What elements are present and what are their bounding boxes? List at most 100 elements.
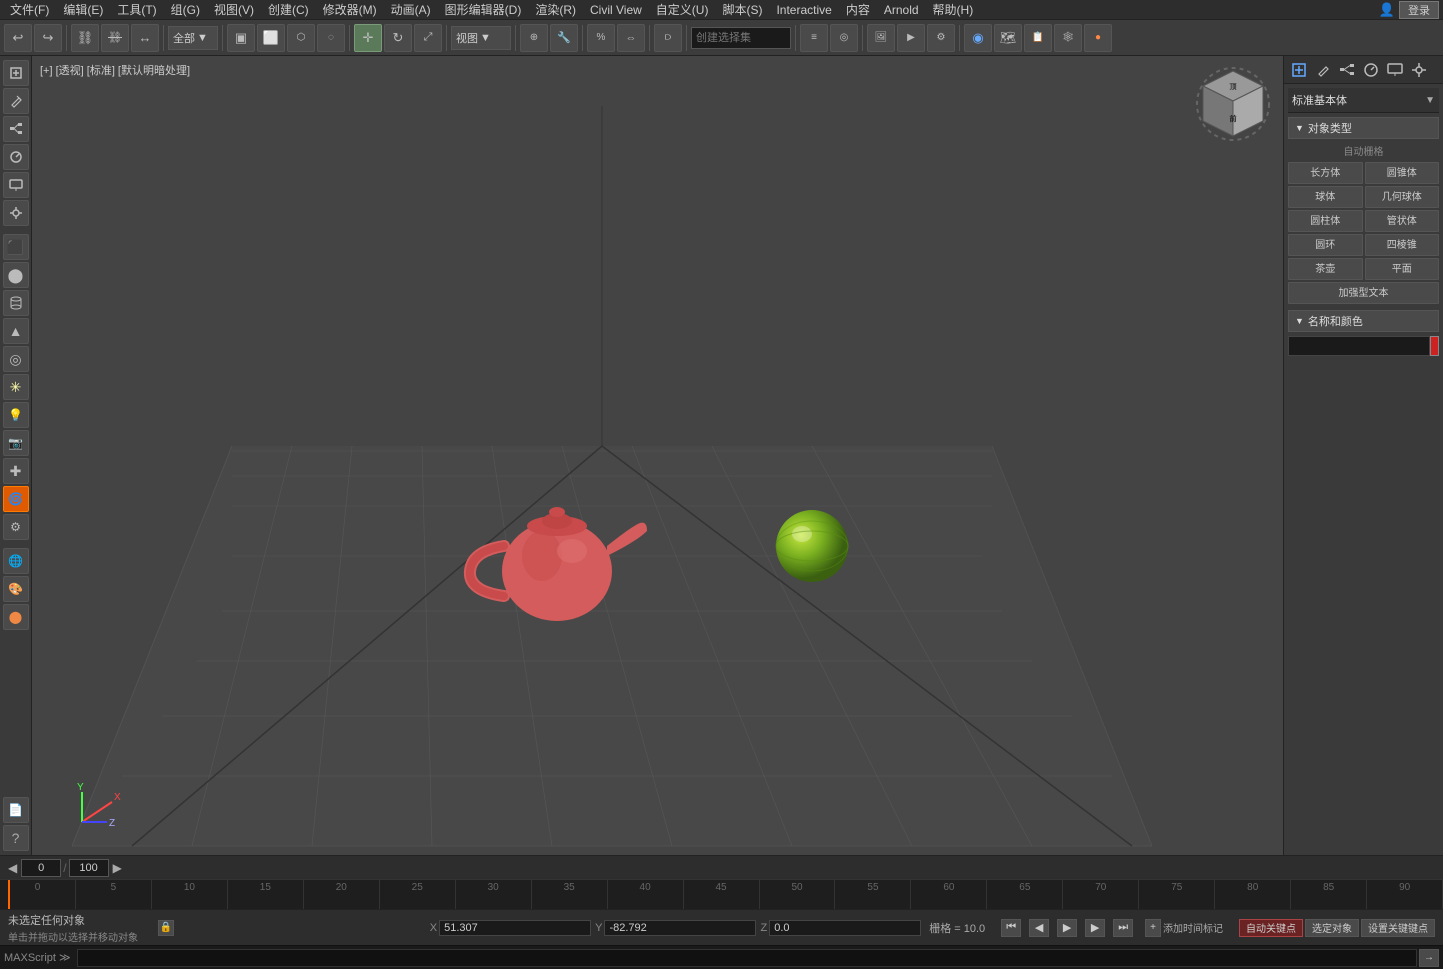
- align-button[interactable]: ⫐: [654, 24, 682, 52]
- select-region2-button[interactable]: ⬡: [287, 24, 315, 52]
- select-button[interactable]: ▣: [227, 24, 255, 52]
- go-start-button[interactable]: ⏮: [1001, 919, 1021, 937]
- menu-graph-editor[interactable]: 图形编辑器(D): [439, 0, 528, 20]
- pyramid-button[interactable]: 四棱锥: [1365, 234, 1440, 256]
- total-frames-input[interactable]: [69, 859, 109, 877]
- ring-icon-btn[interactable]: ◎: [3, 346, 29, 372]
- material-editor-button[interactable]: ◉: [964, 24, 992, 52]
- box-icon-btn[interactable]: ⬛: [3, 234, 29, 260]
- mirror-button[interactable]: ⇔: [617, 24, 645, 52]
- select-region3-button[interactable]: ◌: [317, 24, 345, 52]
- panel-hierarchy-icon[interactable]: [1336, 59, 1358, 81]
- select-keys-button[interactable]: 选定对象: [1305, 919, 1359, 937]
- current-frame-input[interactable]: [21, 859, 61, 877]
- x-value-input[interactable]: [439, 920, 591, 936]
- menu-view[interactable]: 视图(V): [208, 0, 260, 20]
- spacewarp-icon-btn[interactable]: 🌀: [3, 486, 29, 512]
- object-name-input[interactable]: [1288, 336, 1430, 356]
- menu-modifier[interactable]: 修改器(M): [317, 0, 383, 20]
- menu-content[interactable]: 内容: [840, 0, 876, 20]
- geosphere-button[interactable]: 几何球体: [1365, 186, 1440, 208]
- panel-utilities-icon[interactable]: [1408, 59, 1430, 81]
- system-icon-btn[interactable]: ⚙: [3, 514, 29, 540]
- material-maps-button[interactable]: 🗺: [994, 24, 1022, 52]
- object-type-header[interactable]: ▼ 对象类型: [1288, 117, 1439, 139]
- render-options-button[interactable]: ⚙: [927, 24, 955, 52]
- scale-button[interactable]: ⤢: [414, 24, 442, 52]
- redo-button[interactable]: ↪: [34, 24, 62, 52]
- set-key-filters-button[interactable]: 设置关键键点: [1361, 919, 1435, 937]
- display-tab[interactable]: [3, 172, 29, 198]
- panel-create-icon[interactable]: [1288, 59, 1310, 81]
- menu-help[interactable]: 帮助(H): [927, 0, 980, 20]
- render-frame-button[interactable]: 🖼: [867, 24, 895, 52]
- light-icon-btn[interactable]: 💡: [3, 402, 29, 428]
- panel-modify-icon[interactable]: [1312, 59, 1334, 81]
- select-region-button[interactable]: ⬜: [257, 24, 285, 52]
- unlink-button[interactable]: ⛓: [101, 24, 129, 52]
- render-button[interactable]: ▶: [897, 24, 925, 52]
- auto-key-button[interactable]: 自动关键点: [1239, 919, 1303, 937]
- navigation-cube[interactable]: 顶 前: [1193, 66, 1273, 146]
- menu-interactive[interactable]: Interactive: [770, 0, 837, 20]
- timeline-track[interactable]: 0 5 10 15 20 25 30 35 40 45 50 55 60 65 …: [0, 879, 1443, 909]
- panel-motion-icon[interactable]: [1360, 59, 1382, 81]
- maxscript-input[interactable]: [77, 949, 1417, 967]
- link-button[interactable]: ⛓: [71, 24, 99, 52]
- name-color-header[interactable]: ▼ 名称和颜色: [1288, 310, 1439, 332]
- modify-tab[interactable]: [3, 88, 29, 114]
- menu-render[interactable]: 渲染(R): [529, 0, 582, 20]
- timeline-prev-arrow[interactable]: ◀: [8, 861, 17, 875]
- login-button[interactable]: 登录: [1399, 1, 1439, 19]
- help-icon-btn[interactable]: ?: [3, 825, 29, 851]
- sphere-button[interactable]: 球体: [1288, 186, 1363, 208]
- prev-frame-button[interactable]: ◀: [1029, 919, 1049, 937]
- teapot-object[interactable]: [462, 486, 662, 636]
- menu-customize[interactable]: 自定义(U): [650, 0, 715, 20]
- menu-animation[interactable]: 动画(A): [385, 0, 437, 20]
- panel-dropdown-icon[interactable]: ▼: [1425, 95, 1435, 106]
- next-frame-button[interactable]: ▶: [1085, 919, 1105, 937]
- playhead[interactable]: [8, 880, 10, 909]
- view-dropdown[interactable]: 视图 ▼: [451, 26, 511, 50]
- panel-display-icon[interactable]: [1384, 59, 1406, 81]
- layers2-icon-btn[interactable]: 📄: [3, 797, 29, 823]
- rotate-button[interactable]: ↻: [384, 24, 412, 52]
- hierarchy-tab[interactable]: [3, 116, 29, 142]
- menu-group[interactable]: 组(G): [165, 0, 206, 20]
- snap-button[interactable]: 🔧: [550, 24, 578, 52]
- menu-edit[interactable]: 编辑(E): [57, 0, 109, 20]
- pivot-button[interactable]: ⊕: [520, 24, 548, 52]
- play-button[interactable]: ▶: [1057, 919, 1077, 937]
- plane-button[interactable]: 平面: [1365, 258, 1440, 280]
- menu-tools[interactable]: 工具(T): [111, 0, 162, 20]
- globe-icon-btn[interactable]: 🌐: [3, 548, 29, 574]
- schematic-view-button[interactable]: 🕸: [1054, 24, 1082, 52]
- maxscript-send-button[interactable]: →: [1419, 949, 1439, 967]
- torus-button[interactable]: 圆环: [1288, 234, 1363, 256]
- menu-civil-view[interactable]: Civil View: [584, 0, 648, 20]
- add-time-tag-button[interactable]: +: [1145, 919, 1161, 937]
- create-tab[interactable]: [3, 60, 29, 86]
- sun-icon-btn[interactable]: ✳: [3, 374, 29, 400]
- camera-icon-btn[interactable]: 📷: [3, 430, 29, 456]
- timeline-next-arrow[interactable]: ▶: [113, 861, 122, 875]
- go-end-button[interactable]: ⏭: [1113, 919, 1133, 937]
- cylinder-button[interactable]: 圆柱体: [1288, 210, 1363, 232]
- tube-button[interactable]: 管状体: [1365, 210, 1440, 232]
- teapot-button[interactable]: 茶壶: [1288, 258, 1363, 280]
- cone-button[interactable]: 圆锥体: [1365, 162, 1440, 184]
- menu-arnold[interactable]: Arnold: [878, 0, 925, 20]
- bind-button[interactable]: ↔: [131, 24, 159, 52]
- scene-explorer-button[interactable]: 📋: [1024, 24, 1052, 52]
- isolate-button[interactable]: ◎: [830, 24, 858, 52]
- z-value-input[interactable]: [769, 920, 921, 936]
- motion-tab[interactable]: [3, 144, 29, 170]
- render2-icon-btn[interactable]: ⬤: [3, 604, 29, 630]
- sphere-icon-btn[interactable]: ⬤: [3, 262, 29, 288]
- exttext-button[interactable]: 加强型文本: [1288, 282, 1439, 304]
- helper-icon-btn[interactable]: ✚: [3, 458, 29, 484]
- menu-create[interactable]: 创建(C): [262, 0, 315, 20]
- box-button[interactable]: 长方体: [1288, 162, 1363, 184]
- y-value-input[interactable]: [604, 920, 756, 936]
